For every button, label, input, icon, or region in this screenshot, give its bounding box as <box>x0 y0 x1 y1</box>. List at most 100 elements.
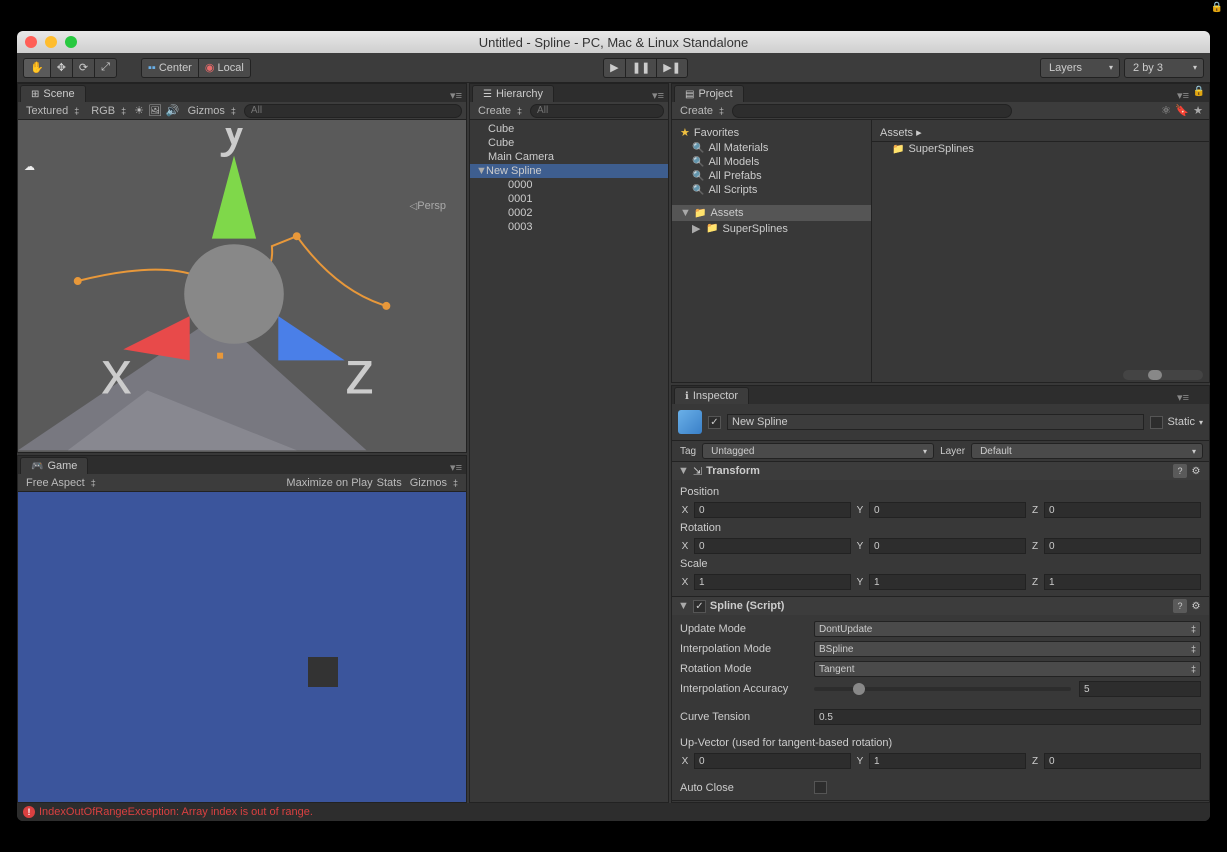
project-assets-header[interactable]: ▼📁Assets <box>672 205 871 221</box>
step-button[interactable]: ▶❚ <box>656 58 688 78</box>
hierarchy-item[interactable]: 0000 <box>470 178 668 192</box>
help-icon[interactable]: ? <box>1173 464 1187 478</box>
game-cube <box>308 657 338 687</box>
up-x-field[interactable] <box>694 753 851 769</box>
rot-y-field[interactable] <box>869 538 1026 554</box>
svg-text:z: z <box>345 339 375 407</box>
hierarchy-tab[interactable]: ☰Hierarchy <box>472 85 554 102</box>
scene-tab[interactable]: ⊞Scene <box>20 85 86 102</box>
project-create-dropdown[interactable]: Create <box>676 104 728 118</box>
favorite-icon[interactable]: ★ <box>1191 104 1205 118</box>
project-search[interactable] <box>732 104 1012 118</box>
project-folder-item[interactable]: ▶📁SuperSplines <box>672 221 871 236</box>
minimize-window-button[interactable] <box>45 36 57 48</box>
lighting-icon[interactable]: ☀ <box>134 104 144 117</box>
hierarchy-item[interactable]: 0001 <box>470 192 668 206</box>
layout-dropdown[interactable]: 2 by 3 <box>1124 58 1204 78</box>
gear-icon[interactable]: ⚙ <box>1189 464 1203 478</box>
up-y-field[interactable] <box>869 753 1026 769</box>
hierarchy-item[interactable]: 0003 <box>470 220 668 234</box>
gear-icon[interactable]: ⚙ <box>1189 599 1203 613</box>
rot-x-field[interactable] <box>694 538 851 554</box>
project-item[interactable]: 📁SuperSplines <box>872 142 1209 156</box>
accuracy-field[interactable] <box>1079 681 1201 697</box>
scene-search[interactable] <box>244 104 462 118</box>
accuracy-slider[interactable] <box>814 687 1071 691</box>
game-aspect-dropdown[interactable]: Free Aspect <box>22 476 100 490</box>
project-fav-item[interactable]: 🔍All Materials <box>672 141 871 155</box>
component-foldout[interactable]: ▼ <box>678 600 689 612</box>
maximize-window-button[interactable] <box>65 36 77 48</box>
audio-icon[interactable]: 🔊 <box>166 104 180 117</box>
panel-menu-icon[interactable]: ▾≡ <box>450 461 462 474</box>
project-fav-item[interactable]: 🔍All Prefabs <box>672 169 871 183</box>
project-tab[interactable]: ▤Project <box>674 85 744 102</box>
scale-tool[interactable]: ⤢ <box>94 58 117 78</box>
game-maximize-toggle[interactable]: Maximize on Play <box>286 477 372 489</box>
scene-rgb-dropdown[interactable]: RGB <box>87 104 130 118</box>
scene-shading-dropdown[interactable]: Textured <box>22 104 83 118</box>
layer-dropdown[interactable]: Default <box>971 443 1203 459</box>
pivot-center-toggle[interactable]: ▪▪ Center <box>141 58 198 78</box>
cloud-icon: ☁ <box>24 160 35 173</box>
pivot-local-toggle[interactable]: ◉ Local <box>198 58 251 78</box>
hierarchy-item-selected[interactable]: ▼New Spline <box>470 164 668 178</box>
gameobject-enabled-checkbox[interactable]: ✓ <box>708 416 721 429</box>
project-breadcrumb[interactable]: Assets ▸ <box>872 124 1209 142</box>
pos-x-field[interactable] <box>694 502 851 518</box>
rotation-mode-dropdown[interactable]: Tangent <box>814 661 1201 677</box>
panel-menu-icon[interactable]: ▾≡ <box>652 89 664 102</box>
panel-menu-icon[interactable]: ▾≡ <box>450 89 462 102</box>
hierarchy-item[interactable]: Main Camera <box>470 150 668 164</box>
spline-enabled-checkbox[interactable]: ✓ <box>693 600 706 613</box>
game-gizmos-dropdown[interactable]: Gizmos <box>406 476 462 490</box>
lock-icon[interactable]: 🔒 <box>1193 86 1205 97</box>
play-button[interactable]: ▶ <box>603 58 625 78</box>
label-icon[interactable]: 🔖 <box>1175 104 1189 118</box>
scl-z-field[interactable] <box>1044 574 1201 590</box>
hand-tool[interactable]: ✋ <box>23 58 50 78</box>
move-tool[interactable]: ✥ <box>50 58 72 78</box>
hierarchy-create-dropdown[interactable]: Create <box>474 104 526 118</box>
project-fav-item[interactable]: 🔍All Models <box>672 155 871 169</box>
tag-dropdown[interactable]: Untagged <box>702 443 934 459</box>
static-checkbox[interactable] <box>1150 416 1163 429</box>
orientation-gizmo[interactable]: y x z <box>18 128 458 452</box>
panel-menu-icon[interactable]: ▾≡ <box>1177 89 1189 102</box>
hierarchy-search[interactable] <box>530 104 664 118</box>
pos-y-field[interactable] <box>869 502 1026 518</box>
autoclose-checkbox[interactable] <box>814 781 827 794</box>
up-z-field[interactable] <box>1044 753 1201 769</box>
hierarchy-item[interactable]: Cube <box>470 136 668 150</box>
update-mode-dropdown[interactable]: DontUpdate <box>814 621 1201 637</box>
rotate-tool[interactable]: ⟳ <box>72 58 94 78</box>
pos-z-field[interactable] <box>1044 502 1201 518</box>
scene-viewport[interactable]: y x z ◁Persp ☁ <box>18 120 466 452</box>
project-zoom-slider[interactable] <box>1123 370 1203 380</box>
component-foldout[interactable]: ▼ <box>678 465 689 477</box>
error-message: IndexOutOfRangeException: Array index is… <box>39 806 313 818</box>
rot-z-field[interactable] <box>1044 538 1201 554</box>
scene-gizmos-dropdown[interactable]: Gizmos <box>184 104 240 118</box>
scl-y-field[interactable] <box>869 574 1026 590</box>
search-scope-icon[interactable]: ⚛ <box>1159 104 1173 118</box>
close-window-button[interactable] <box>25 36 37 48</box>
hierarchy-item[interactable]: Cube <box>470 122 668 136</box>
image-icon[interactable]: 🖼 <box>148 104 162 117</box>
interpolation-mode-dropdown[interactable]: BSpline <box>814 641 1201 657</box>
inspector-tab[interactable]: ℹInspector <box>674 387 749 404</box>
status-bar[interactable]: ! IndexOutOfRangeException: Array index … <box>17 803 1210 821</box>
game-tab[interactable]: 🎮Game <box>20 457 88 474</box>
layers-dropdown[interactable]: Layers <box>1040 58 1120 78</box>
tension-field[interactable] <box>814 709 1201 725</box>
scl-x-field[interactable] <box>694 574 851 590</box>
panel-menu-icon[interactable]: ▾≡ <box>1177 391 1189 404</box>
project-fav-item[interactable]: 🔍All Scripts <box>672 183 871 197</box>
transform-icon: ⇲ <box>693 465 702 478</box>
gameobject-name-field[interactable] <box>727 414 1144 430</box>
svg-text:x: x <box>101 339 131 407</box>
pause-button[interactable]: ❚❚ <box>625 58 656 78</box>
help-icon[interactable]: ? <box>1173 599 1187 613</box>
game-stats-toggle[interactable]: Stats <box>377 477 402 489</box>
hierarchy-item[interactable]: 0002 <box>470 206 668 220</box>
